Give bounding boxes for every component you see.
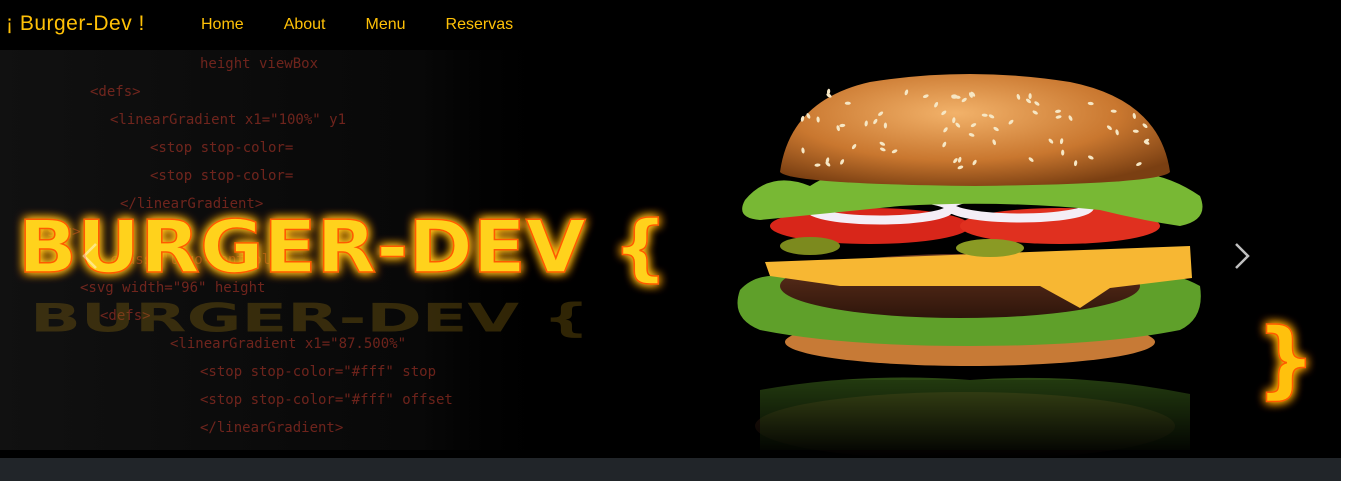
code-line: <stop stop-color= xyxy=(150,140,293,156)
burger-image xyxy=(730,74,1220,458)
page-edge xyxy=(1341,0,1345,481)
nav-link-home[interactable]: Home xyxy=(201,16,244,34)
code-line: <defs> xyxy=(90,84,141,100)
code-line: height viewBox xyxy=(200,56,318,72)
nav-link-about[interactable]: About xyxy=(284,16,326,34)
nav-links: Home About Menu Reservas xyxy=(201,16,553,34)
code-line: <stop stop-color="#fff" offset xyxy=(200,392,453,408)
carousel-prev-button[interactable] xyxy=(72,226,112,286)
chevron-right-icon xyxy=(1235,243,1250,269)
svg-text:BURGER-DEV {: BURGER-DEV { xyxy=(30,296,590,341)
footer-strip xyxy=(0,458,1345,481)
nav-link-menu[interactable]: Menu xyxy=(366,16,406,34)
brand-link[interactable]: ¡ Burger-Dev ! xyxy=(6,12,145,36)
chevron-left-icon xyxy=(82,243,97,269)
code-line: <stop stop-color="#fff" stop xyxy=(200,364,436,380)
hero-title: BURGER-DEV { xyxy=(18,205,668,289)
hero-slide-image: height viewBox <defs> <linearGradient x1="… xyxy=(0,50,1317,458)
hero-closing-brace: } xyxy=(1256,310,1316,408)
carousel-next-button[interactable] xyxy=(1222,226,1262,286)
code-line: <stop stop-color= xyxy=(150,168,293,184)
hero-carousel: height viewBox <defs> <linearGradient x1="… xyxy=(0,50,1345,458)
navbar: ¡ Burger-Dev ! Home About Menu Reservas xyxy=(0,0,1345,50)
code-line: <linearGradient x1="100%" y1 xyxy=(110,112,346,128)
nav-link-reservas[interactable]: Reservas xyxy=(446,16,514,34)
code-line: </linearGradient> xyxy=(200,420,343,436)
